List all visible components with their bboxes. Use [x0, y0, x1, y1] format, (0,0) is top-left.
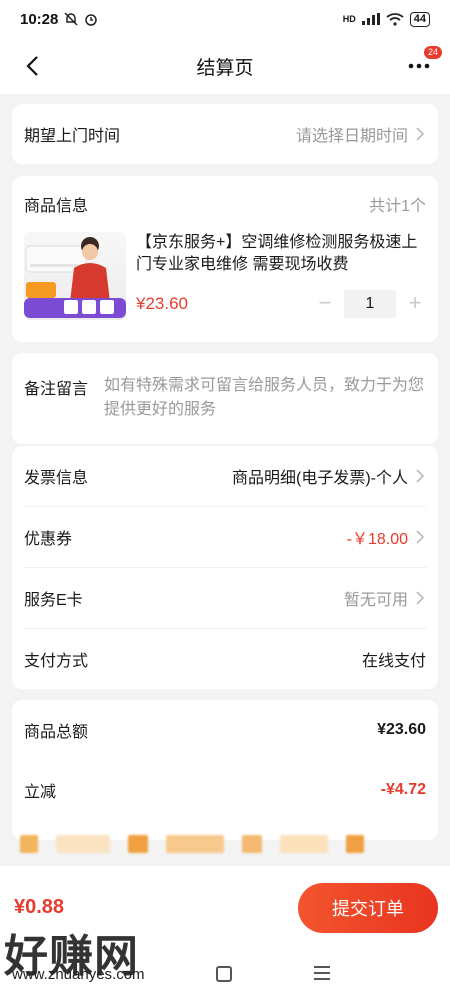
total-label: 商品总额 [24, 724, 89, 741]
pay-amount: ¥0.88 [14, 896, 65, 918]
message-badge: 24 [423, 46, 442, 59]
order-options-card: 发票信息 商品明细(电子发票)-个人 优惠券 -￥18.00 服务E卡 暂无可用… [12, 446, 438, 689]
product-title: 【京东服务+】空调维修检测服务极速上门专业家电维修 需要现场收费 [136, 234, 418, 273]
page-title: 结算页 [196, 57, 254, 79]
ecard-value: 暂无可用 [343, 592, 408, 609]
chevron-right-icon [416, 127, 425, 141]
mute-icon [64, 12, 78, 26]
discount-value: -¥4.72 [380, 781, 426, 798]
payment-row: 支付方式 在线支付 [12, 629, 438, 689]
menu-icon[interactable] [314, 966, 330, 984]
chevron-right-icon [416, 591, 425, 605]
back-button[interactable] [18, 52, 46, 80]
quantity-input[interactable]: 1 [344, 290, 396, 318]
home-icon[interactable] [216, 966, 232, 982]
remark-input[interactable]: 如有特殊需求可留言给服务人员，致力于为您提供更好的服务 [104, 374, 426, 422]
visit-time-placeholder: 请选择日期时间 [295, 128, 408, 145]
submit-order-button[interactable]: 提交订单 [298, 883, 438, 933]
page-header: 结算页 24 [0, 38, 450, 94]
remark-label: 备注留言 [24, 381, 89, 398]
battery-icon: 44 [409, 11, 430, 27]
payment-value: 在线支付 [361, 653, 426, 670]
visit-time-card[interactable]: 期望上门时间 请选择日期时间 [12, 104, 438, 164]
remark-card[interactable]: 备注留言 如有特殊需求可留言给服务人员，致力于为您提供更好的服务 [12, 353, 438, 444]
total-value: ¥23.60 [377, 721, 426, 738]
status-bar: 10:28 HD 44 [0, 0, 450, 38]
payment-label: 支付方式 [24, 653, 89, 670]
wifi-icon [386, 12, 404, 26]
increase-button[interactable]: + [404, 292, 426, 315]
status-time: 10:28 [20, 10, 59, 28]
goods-card: 商品信息 共计1个 【京东服务+】空调维修检测服务极速上门专业家电维修 需要现场… [12, 176, 438, 342]
signal-icon [361, 13, 380, 25]
product-item[interactable]: 【京东服务+】空调维修检测服务极速上门专业家电维修 需要现场收费 ¥23.60 … [12, 232, 438, 320]
visit-time-label: 期望上门时间 [24, 128, 121, 145]
invoice-label: 发票信息 [24, 470, 89, 487]
coupon-value: -￥18.00 [346, 531, 408, 548]
coupon-row[interactable]: 优惠券 -￥18.00 [12, 507, 438, 567]
product-price: ¥23.60 [136, 294, 188, 313]
summary-card: 商品总额 ¥23.60 立减 -¥4.72 [12, 700, 438, 840]
ecard-label: 服务E卡 [24, 592, 83, 609]
goods-label: 商品信息 [24, 198, 89, 215]
chevron-right-icon [416, 469, 425, 483]
goods-count: 共计1个 [369, 198, 426, 215]
chevron-right-icon [416, 530, 425, 544]
ecard-row[interactable]: 服务E卡 暂无可用 [12, 568, 438, 628]
discount-label: 立减 [24, 784, 57, 801]
invoice-value: 商品明细(电子发票)-个人 [232, 470, 408, 487]
product-image [24, 232, 126, 320]
more-icon [408, 63, 430, 69]
hd-label: HD [342, 14, 356, 24]
quantity-stepper: − 1 + [314, 290, 426, 318]
invoice-row[interactable]: 发票信息 商品明细(电子发票)-个人 [12, 446, 438, 506]
blurred-watermark [0, 826, 450, 862]
alarm-icon [85, 14, 98, 26]
coupon-label: 优惠券 [24, 531, 73, 548]
watermark-url: www.zhuanyes.com [12, 966, 145, 983]
chevron-left-icon [26, 56, 38, 76]
more-button[interactable]: 24 [406, 46, 442, 78]
decrease-button[interactable]: − [314, 292, 336, 315]
